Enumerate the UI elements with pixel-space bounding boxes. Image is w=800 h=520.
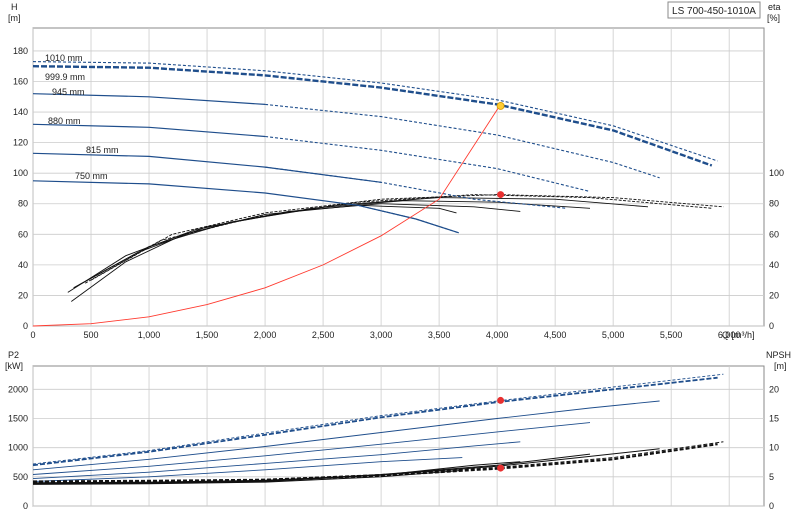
y-tick-label: 1500 <box>8 414 28 424</box>
duty-point-efficiency <box>497 191 505 199</box>
npsh-tick-label: 0 <box>769 501 774 511</box>
y-tick-label: 120 <box>13 138 28 148</box>
x-tick-label: 3,500 <box>428 330 451 340</box>
x-tick-label: 0 <box>30 330 35 340</box>
y-tick-label: 500 <box>13 472 28 482</box>
x-tick-label: 4,500 <box>544 330 567 340</box>
npsh-tick-label: 20 <box>769 384 779 394</box>
y-axis-label-npsh: NPSH <box>766 350 791 360</box>
y-axis-label-power: P2 <box>8 350 19 360</box>
power-npsh-panel: 0 500 1000 1500 2000 0 5 10 15 20 P2[kW] NPSH[m] <box>5 350 791 511</box>
impeller-label: 880 mm <box>48 116 81 126</box>
x-tick-label: 5,500 <box>660 330 683 340</box>
y-tick-label: 20 <box>18 290 28 300</box>
y-axis-label-head: H <box>11 2 18 12</box>
x-tick-label: 1,000 <box>138 330 161 340</box>
npsh-tick-label: 10 <box>769 443 779 453</box>
eta-tick-label: 40 <box>769 260 779 270</box>
duty-point-npsh <box>497 464 505 472</box>
y-tick-label: 0 <box>23 321 28 331</box>
y-tick-label: 1000 <box>8 443 28 453</box>
x-tick-label: 1,500 <box>196 330 219 340</box>
x-tick-label: 3,000 <box>370 330 393 340</box>
x-tick-label: 2,000 <box>254 330 277 340</box>
impeller-label: 815 mm <box>86 145 119 155</box>
impeller-label: 750 mm <box>75 171 108 181</box>
y-tick-label: 100 <box>13 168 28 178</box>
model-label-box: LS 700-450-1010A <box>667 1 761 19</box>
y-axis-unit-head: [m] <box>8 13 21 23</box>
x-tick-label: 4,000 <box>486 330 509 340</box>
npsh-tick-label: 15 <box>769 414 779 424</box>
y-axis-unit-npsh: [m] <box>774 361 787 371</box>
eta-tick-label: 60 <box>769 229 779 239</box>
pump-performance-chart: 0204060801001201401601800204060801000 500… <box>5 1 791 511</box>
eta-tick-label: 20 <box>769 290 779 300</box>
y-tick-label: 60 <box>18 229 28 239</box>
model-label: LS 700-450-1010A <box>672 6 756 17</box>
plot-frame <box>32 27 765 327</box>
y-axis-unit-power: [kW] <box>5 361 23 371</box>
impeller-label: 1010 mm <box>45 53 83 63</box>
y-tick-label: 2000 <box>8 384 28 394</box>
eta-tick-label: 0 <box>769 321 774 331</box>
y-axis-unit-eta: [%] <box>767 13 780 23</box>
duty-point-power <box>497 396 505 404</box>
eta-tick-label: 80 <box>769 199 779 209</box>
y-tick-label: 0 <box>23 501 28 511</box>
x-tick-label: 500 <box>84 330 99 340</box>
duty-point-head <box>496 102 505 110</box>
y-tick-label: 160 <box>13 76 28 86</box>
y-tick-label: 80 <box>18 199 28 209</box>
y-tick-label: 40 <box>18 260 28 270</box>
npsh-tick-label: 5 <box>769 472 774 482</box>
impeller-label: 945 mm <box>52 87 85 97</box>
head-efficiency-panel: 0 20 40 60 80 100 120 140 160 180 0 20 40 60 80 100 0 500… <box>8 2 784 340</box>
x-axis-label: Q [m³/h] <box>722 330 755 340</box>
y-tick-label: 180 <box>13 46 28 56</box>
eta-tick-label: 100 <box>769 168 784 178</box>
x-tick-label: 2,500 <box>312 330 335 340</box>
y-axis-label-eta: eta <box>768 2 781 12</box>
x-tick-label: 5,000 <box>602 330 625 340</box>
impeller-label: 999.9 mm <box>45 72 85 82</box>
plot-frame <box>32 365 765 507</box>
y-tick-label: 140 <box>13 107 28 117</box>
